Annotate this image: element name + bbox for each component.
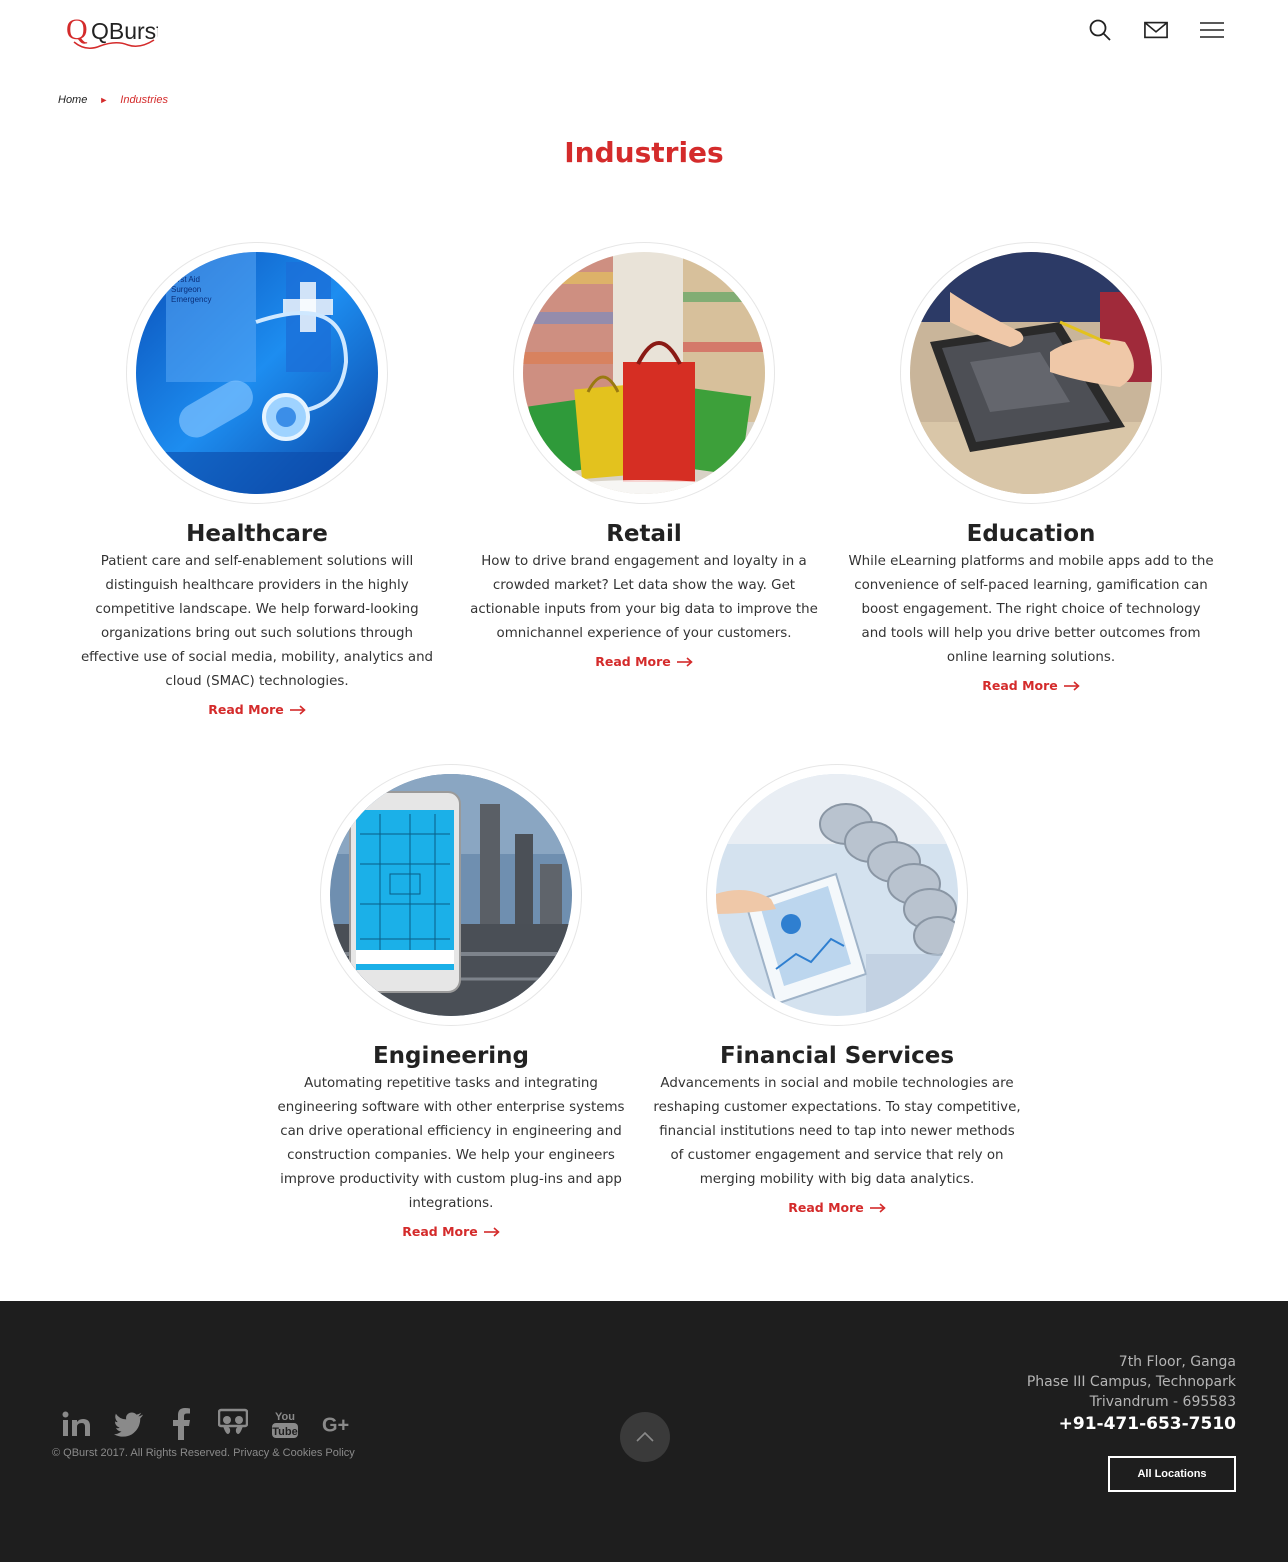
office-address: 7th Floor, Ganga Phase III Campus, Techn… — [1027, 1352, 1236, 1434]
read-more-label: Read More — [402, 1224, 478, 1239]
svg-text:First Aid: First Aid — [171, 275, 200, 284]
read-more-link[interactable]: Read More — [982, 678, 1080, 693]
industry-description: Advancements in social and mobile techno… — [653, 1076, 1021, 1187]
read-more-link[interactable]: Read More — [208, 702, 306, 717]
industry-title: Retail — [606, 521, 682, 547]
read-more-label: Read More — [788, 1200, 864, 1215]
google-plus-icon[interactable]: G+ — [322, 1409, 352, 1439]
svg-text:You: You — [275, 1411, 295, 1423]
industry-card-retail: Retail How to drive brand engagement and… — [454, 242, 834, 671]
engineering-image[interactable] — [330, 774, 572, 1016]
industry-title: Engineering — [372, 1043, 530, 1069]
industry-description: While eLearning platforms and mobile app… — [848, 554, 1214, 665]
read-more-link[interactable]: Read More — [595, 654, 693, 669]
read-more-link[interactable]: Read More — [402, 1224, 500, 1239]
industry-description: How to drive brand engagement and loyalt… — [470, 554, 818, 641]
breadcrumb-current: Industries — [120, 94, 168, 106]
youtube-icon[interactable]: You Tube — [270, 1409, 300, 1439]
industry-card-financial-services: Financial Services Advancements in socia… — [647, 764, 1027, 1217]
svg-text:G+: G+ — [322, 1415, 349, 1437]
industry-card-education: Education While eLearning platforms and … — [841, 242, 1221, 695]
arrow-right-icon — [1063, 680, 1080, 691]
industry-image-frame — [900, 242, 1162, 504]
slideshare-icon[interactable] — [218, 1408, 248, 1439]
scroll-to-top-button[interactable] — [620, 1412, 670, 1462]
industry-title: Education — [966, 521, 1096, 547]
industry-description: Patient care and self-enablement solutio… — [80, 554, 434, 689]
breadcrumb-home-link[interactable]: Home — [58, 94, 87, 106]
qburst-logo[interactable]: Q QBurst — [66, 12, 158, 52]
read-more-label: Read More — [595, 654, 671, 669]
address-line: Phase III Campus, Technopark — [1026, 1374, 1236, 1390]
breadcrumb: Home ► Industries — [58, 94, 168, 106]
arrow-right-icon — [289, 704, 306, 715]
industry-card-engineering: Engineering Automating repetitive tasks … — [261, 764, 641, 1241]
industry-card-healthcare: First Aid Surgeon Emergency Healthcare P… — [67, 242, 447, 719]
mail-icon[interactable] — [1144, 18, 1168, 42]
read-more-link[interactable]: Read More — [788, 1200, 886, 1215]
svg-text:QBurst: QBurst — [91, 18, 158, 44]
svg-text:Tube: Tube — [272, 1426, 297, 1438]
arrow-right-icon — [483, 1226, 500, 1237]
page-title: Industries — [564, 136, 724, 169]
address-line: Trivandrum - 695583 — [1089, 1394, 1236, 1410]
phone-number[interactable]: +91-471-653-7510 — [1027, 1414, 1236, 1434]
address-line: 7th Floor, Ganga — [1118, 1354, 1236, 1370]
social-links: You Tube G+ — [62, 1408, 352, 1440]
read-more-label: Read More — [982, 678, 1058, 693]
financial-services-image[interactable] — [716, 774, 958, 1016]
breadcrumb-separator: ► — [99, 95, 109, 105]
facebook-icon[interactable] — [166, 1408, 196, 1440]
industry-title: Healthcare — [186, 521, 328, 547]
twitter-icon[interactable] — [114, 1409, 144, 1439]
svg-text:Emergency: Emergency — [171, 295, 211, 304]
education-image[interactable] — [910, 252, 1152, 494]
retail-image[interactable] — [523, 252, 765, 494]
arrow-right-icon — [869, 1202, 886, 1213]
industry-image-frame — [706, 764, 968, 1026]
healthcare-image[interactable]: First Aid Surgeon Emergency — [136, 252, 378, 494]
industry-image-frame — [513, 242, 775, 504]
svg-text:Surgeon: Surgeon — [171, 285, 201, 294]
linkedin-icon[interactable] — [62, 1409, 92, 1439]
arrow-right-icon — [676, 656, 693, 667]
menu-icon[interactable] — [1200, 18, 1224, 42]
industry-image-frame: First Aid Surgeon Emergency — [126, 242, 388, 504]
chevron-up-icon — [636, 1432, 654, 1442]
industry-description: Automating repetitive tasks and integrat… — [277, 1076, 625, 1211]
site-header: Q QBurst — [0, 0, 1288, 70]
read-more-label: Read More — [208, 702, 284, 717]
copyright-text: © QBurst 2017. All Rights Reserved. Priv… — [52, 1447, 355, 1459]
industry-image-frame — [320, 764, 582, 1026]
site-footer: You Tube G+ © QBurst 2017. All Rights Res… — [0, 1301, 1288, 1562]
search-icon[interactable] — [1088, 18, 1112, 42]
all-locations-button[interactable]: All Locations — [1108, 1456, 1236, 1492]
industry-title: Financial Services — [719, 1043, 955, 1069]
svg-text:Q: Q — [66, 13, 88, 46]
